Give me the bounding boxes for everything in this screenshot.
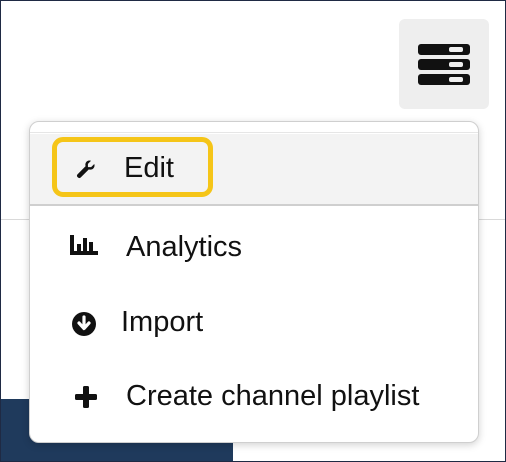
menu-toggle-bar: [418, 44, 470, 55]
menu-item-edit[interactable]: Edit: [30, 134, 478, 206]
bar-chart-icon: [68, 229, 100, 261]
menu-toggle-button[interactable]: [399, 19, 489, 109]
menu-item-label: Create channel playlist: [126, 380, 420, 412]
menu-item-label: Edit: [124, 152, 174, 184]
menu-toggle-bar: [418, 59, 470, 70]
circle-arrow-down-icon: [68, 308, 100, 340]
plus-icon: [70, 381, 102, 413]
dropdown-top-divider: [30, 132, 478, 133]
menu-item-label: Analytics: [126, 231, 243, 263]
menu-item-analytics[interactable]: Analytics: [30, 212, 478, 282]
screenshot-frame: Edit Analytics Import Create channel pla…: [0, 0, 506, 462]
menu-item-import[interactable]: Import: [30, 288, 478, 358]
menu-item-label: Import: [121, 306, 204, 338]
dropdown-menu: Edit Analytics Import Create channel pla…: [29, 121, 479, 443]
menu-toggle-bar: [418, 74, 470, 85]
background-divider: [475, 219, 505, 220]
menu-item-create-channel-playlist[interactable]: Create channel playlist: [30, 362, 478, 432]
wrench-icon: [70, 153, 102, 185]
